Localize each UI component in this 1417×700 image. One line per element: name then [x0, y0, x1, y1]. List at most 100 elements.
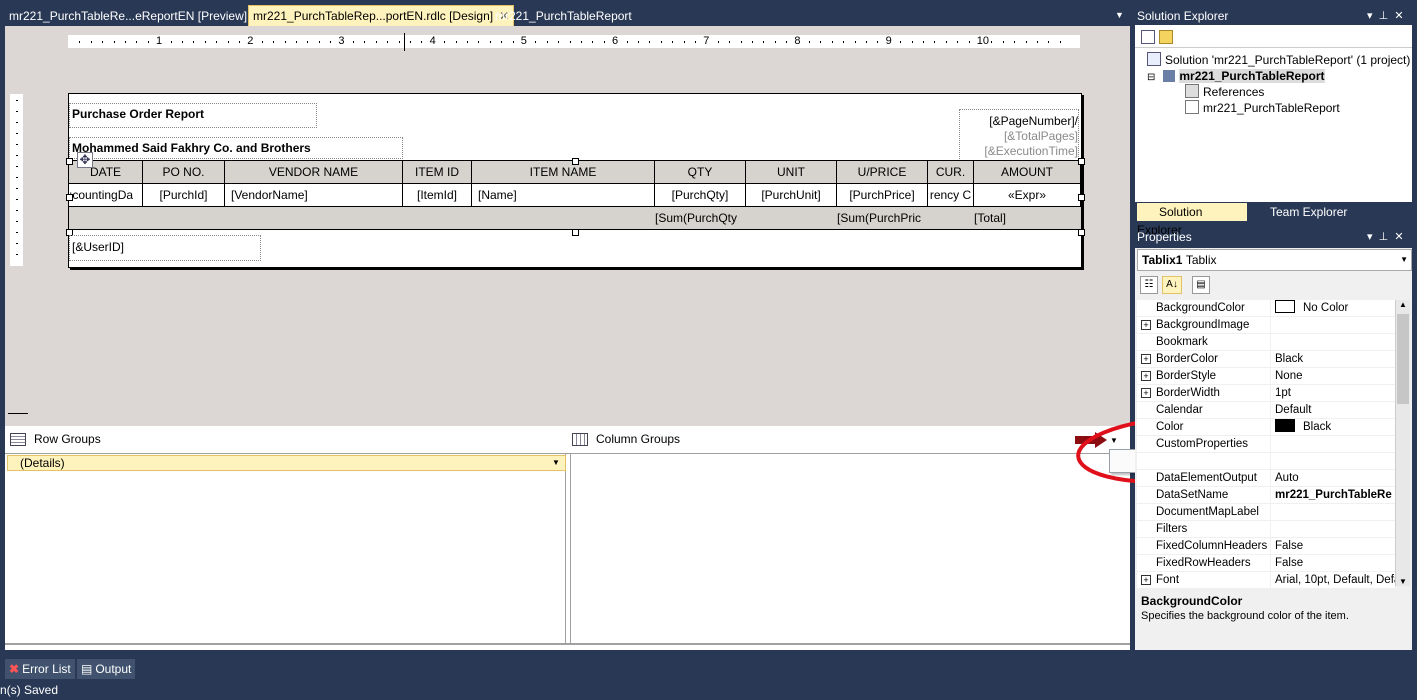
output-tab[interactable]: ▤ Output [77, 659, 136, 679]
property-row[interactable]: DataElementOutput Auto [1137, 470, 1395, 487]
property-value[interactable]: Black [1275, 351, 1395, 367]
total-cell[interactable]: [Sum(PurchPric [837, 207, 928, 230]
tab-report[interactable]: mr221_PurchTableReport [491, 6, 636, 26]
object-selector[interactable]: Tablix1 Tablix ▼ [1137, 249, 1412, 271]
property-value[interactable]: Arial, 10pt, Default, Defa [1275, 572, 1395, 588]
tab-dropdown-icon[interactable]: ▼ [1115, 10, 1124, 20]
column-header[interactable]: ITEM ID [403, 161, 472, 184]
toolbar-icons[interactable] [1141, 30, 1177, 44]
property-value[interactable]: No Color [1275, 300, 1395, 316]
column-header[interactable]: UNIT [746, 161, 837, 184]
total-cell[interactable] [928, 207, 974, 230]
total-cell[interactable] [746, 207, 837, 230]
chevron-down-icon[interactable]: ▼ [1400, 250, 1408, 270]
resize-handle[interactable] [572, 158, 579, 165]
categorized-icon[interactable]: ☷ [1140, 276, 1158, 294]
tab-preview[interactable]: mr221_PurchTableRe...eReportEN [Preview] [5, 6, 251, 26]
properties-icon[interactable] [1141, 30, 1155, 44]
scroll-down-icon[interactable]: ▼ [1396, 577, 1410, 586]
detail-cell[interactable]: [PurchPrice] [837, 184, 928, 207]
error-list-tab[interactable]: ✖ Error List [5, 659, 75, 679]
tab-solution-explorer[interactable]: Solution Explorer [1137, 203, 1247, 237]
chevron-down-icon[interactable]: ▼ [549, 457, 563, 469]
detail-cell[interactable]: «Expr» [974, 184, 1081, 207]
column-header[interactable]: QTY [655, 161, 746, 184]
resize-handle[interactable] [1078, 229, 1085, 236]
scroll-thumb[interactable] [1397, 314, 1409, 404]
property-row[interactable]: DataSetName mr221_PurchTableRe [1137, 487, 1395, 504]
column-header[interactable]: VENDOR NAME [225, 161, 403, 184]
property-row[interactable]: + Font Arial, 10pt, Default, Defa [1137, 572, 1395, 589]
details-group-row[interactable]: (Details) ▼ [7, 455, 566, 471]
scroll-up-icon[interactable]: ▲ [1396, 300, 1410, 309]
properties-panel-buttons-icon[interactable]: ▾ ⊥ ✕ [1367, 227, 1404, 247]
property-row[interactable] [1137, 453, 1395, 470]
tablix[interactable]: DATE PO NO. VENDOR NAME ITEM ID ITEM NAME QTY… [66, 158, 1085, 236]
project-node[interactable]: ⊟ mr221_PurchTableReport [1147, 68, 1325, 84]
report-title[interactable]: Purchase Order Report [69, 103, 317, 128]
expand-icon[interactable]: + [1141, 388, 1151, 398]
report-page[interactable]: Purchase Order Report Mohammed Said Fakh… [66, 93, 1085, 268]
property-row[interactable]: Color Black [1137, 419, 1395, 436]
total-cell[interactable] [472, 207, 655, 230]
property-value[interactable]: mr221_PurchTableRe [1275, 487, 1395, 503]
resize-handle[interactable] [1078, 194, 1085, 201]
property-row[interactable]: + BorderColor Black [1137, 351, 1395, 368]
detail-cell[interactable]: [Name] [472, 184, 655, 207]
resize-handle[interactable] [66, 194, 73, 201]
column-header[interactable]: U/PRICE [837, 161, 928, 184]
property-grid[interactable]: BackgroundColor No Color + BackgroundImage B… [1137, 300, 1395, 589]
expand-icon[interactable]: + [1141, 320, 1151, 330]
property-value[interactable]: Black [1275, 419, 1395, 435]
detail-cell[interactable]: [PurchUnit] [746, 184, 837, 207]
total-cell[interactable] [403, 207, 472, 230]
detail-cell[interactable]: [ItemId] [403, 184, 472, 207]
page-info-box[interactable]: [&PageNumber]/ [&TotalPages] [&Execution… [959, 109, 1079, 163]
resize-handle[interactable] [572, 229, 579, 236]
detail-cell[interactable]: [PurchId] [143, 184, 225, 207]
expand-icon[interactable]: + [1141, 575, 1151, 585]
resize-handle[interactable] [1078, 158, 1085, 165]
total-cell[interactable] [225, 207, 403, 230]
property-row[interactable]: Calendar Default [1137, 402, 1395, 419]
report-file-node[interactable]: mr221_PurchTableReport [1185, 100, 1340, 116]
property-value[interactable]: None [1275, 368, 1395, 384]
company-name[interactable]: Mohammed Said Fakhry Co. and Brothers [69, 137, 403, 159]
panel-buttons-icon[interactable]: ▾ ⊥ ✕ [1367, 6, 1404, 26]
solution-node[interactable]: Solution 'mr221_PurchTableReport' (1 pro… [1147, 52, 1410, 68]
column-header[interactable]: ITEM NAME [472, 161, 655, 184]
total-cell[interactable]: [Sum(PurchQty [655, 207, 746, 230]
property-value[interactable]: Auto [1275, 470, 1395, 486]
detail-cell[interactable]: rency C [928, 184, 974, 207]
column-header[interactable]: CUR. [928, 161, 974, 184]
property-row[interactable]: FixedRowHeaders False [1137, 555, 1395, 572]
new-folder-icon[interactable] [1159, 30, 1173, 44]
property-row[interactable]: Filters [1137, 521, 1395, 538]
property-row[interactable]: CustomProperties [1137, 436, 1395, 453]
detail-cell[interactable]: [PurchQty] [655, 184, 746, 207]
user-id-field[interactable]: [&UserID] [69, 235, 261, 261]
property-row[interactable]: + BackgroundImage [1137, 317, 1395, 334]
references-node[interactable]: References [1185, 84, 1264, 100]
tab-team-explorer[interactable]: Team Explorer [1250, 203, 1360, 221]
property-row[interactable]: BackgroundColor No Color [1137, 300, 1395, 317]
property-row[interactable]: Bookmark [1137, 334, 1395, 351]
column-header[interactable]: PO NO. [143, 161, 225, 184]
total-cell[interactable] [143, 207, 225, 230]
total-cell[interactable]: [Total] [974, 207, 1081, 230]
property-value[interactable]: False [1275, 555, 1395, 571]
move-handle-icon[interactable]: ✥ [77, 152, 93, 168]
resize-handle[interactable] [66, 158, 73, 165]
detail-cell[interactable]: [VendorName] [225, 184, 403, 207]
expand-icon[interactable]: + [1141, 354, 1151, 364]
total-cell[interactable] [69, 207, 143, 230]
property-scrollbar[interactable]: ▲ ▼ [1395, 300, 1410, 586]
property-value[interactable]: Default [1275, 402, 1395, 418]
tab-design[interactable]: mr221_PurchTableRep...portEN.rdlc [Desig… [248, 5, 515, 27]
property-value[interactable]: 1pt [1275, 385, 1395, 401]
property-value[interactable]: False [1275, 538, 1395, 554]
property-row[interactable]: + BorderStyle None [1137, 368, 1395, 385]
property-row[interactable]: + BorderWidth 1pt [1137, 385, 1395, 402]
property-row[interactable]: FixedColumnHeaders False [1137, 538, 1395, 555]
expand-icon[interactable]: + [1141, 371, 1151, 381]
